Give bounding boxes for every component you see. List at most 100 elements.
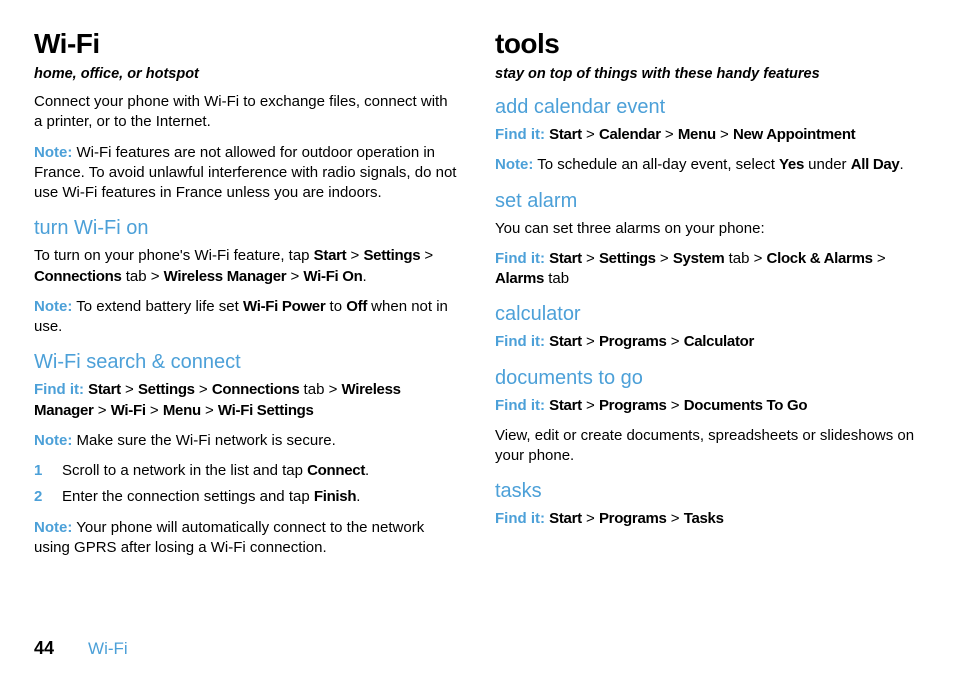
sep: > [195, 381, 212, 398]
path-item: Wireless Manager [164, 268, 287, 285]
path-item: New Appointment [733, 126, 855, 143]
path-item: Finish [314, 488, 356, 505]
text: Enter the connection settings and tap [62, 488, 314, 505]
note-text: Your phone will automatically connect to… [34, 519, 424, 556]
wifi-tagline: home, office, or hotspot [34, 66, 459, 82]
sep: > [667, 333, 684, 350]
path-item: Settings [599, 250, 656, 267]
sep: > [667, 510, 684, 527]
step-text: Scroll to a network in the list and tap … [62, 461, 369, 481]
path-item: Connections [34, 268, 122, 285]
path-item: Programs [599, 510, 667, 527]
path-item: All Day [851, 156, 900, 173]
text: . [363, 268, 367, 285]
path-item: Calculator [684, 333, 754, 350]
content-columns: Wi-Fi home, office, or hotspot Connect y… [34, 28, 920, 618]
path-item: Wi-Fi On [303, 268, 362, 285]
sep: > [346, 247, 363, 264]
text: under [804, 156, 851, 173]
step-text: Enter the connection settings and tap Fi… [62, 487, 360, 507]
path-item: Settings [138, 381, 195, 398]
note-label: Note: [495, 156, 533, 173]
note-label: Note: [34, 432, 72, 449]
path-item: Settings [363, 247, 420, 264]
sep: > [582, 397, 599, 414]
path-item: Calendar [599, 126, 661, 143]
sep: > [94, 402, 111, 419]
sep: > [146, 402, 163, 419]
text: . [899, 156, 903, 173]
path-item: System [673, 250, 725, 267]
sep: > [716, 126, 733, 143]
path-item: Programs [599, 333, 667, 350]
note-label: Note: [34, 298, 72, 315]
find-it-label: Find it: [495, 510, 545, 527]
sep: > [873, 250, 886, 267]
sep: > [661, 126, 678, 143]
wifi-title: Wi-Fi [34, 28, 459, 60]
wifi-gprs-note: Note: Your phone will automatically conn… [34, 518, 459, 559]
sep: > [201, 402, 218, 419]
path-item: Menu [163, 402, 201, 419]
find-it-label: Find it: [495, 333, 545, 350]
footer-section-name: Wi-Fi [88, 639, 128, 659]
sep: > [656, 250, 673, 267]
tasks-heading: tasks [495, 480, 920, 503]
set-alarm-heading: set alarm [495, 190, 920, 213]
sep: > [420, 247, 433, 264]
right-column: tools stay on top of things with these h… [495, 28, 920, 618]
path-item: Start [549, 397, 582, 414]
path-item: Wi-Fi Power [243, 298, 325, 315]
sep: > [582, 333, 599, 350]
path-item: Start [314, 247, 347, 264]
path-item: Start [88, 381, 121, 398]
path-item: Menu [678, 126, 716, 143]
path-item: Off [346, 298, 367, 315]
sep: > [582, 510, 599, 527]
text: Scroll to a network in the list and tap [62, 462, 307, 479]
sep: > [286, 268, 303, 285]
path-item: Documents To Go [684, 397, 808, 414]
path-item: Alarms [495, 270, 544, 287]
text: . [356, 488, 360, 505]
left-column: Wi-Fi home, office, or hotspot Connect y… [34, 28, 459, 618]
wifi-power-note: Note: To extend battery life set Wi-Fi P… [34, 297, 459, 338]
wifi-search-heading: Wi-Fi search & connect [34, 351, 459, 374]
step-2: 2 Enter the connection settings and tap … [34, 487, 459, 507]
step-number: 1 [34, 461, 62, 481]
text: to [325, 298, 346, 315]
find-it-label: Find it: [495, 126, 545, 143]
wifi-secure-note: Note: Make sure the Wi-Fi network is sec… [34, 431, 459, 451]
path-item: Tasks [684, 510, 724, 527]
text: To turn on your phone's Wi-Fi feature, t… [34, 247, 314, 264]
documents-heading: documents to go [495, 367, 920, 390]
path-item: Clock & Alarms [767, 250, 873, 267]
find-it-label: Find it: [34, 381, 84, 398]
path-item: Connect [307, 462, 365, 479]
documents-desc: View, edit or create documents, spreadsh… [495, 426, 920, 467]
wifi-search-findit: Find it: Start > Settings > Connections … [34, 380, 459, 421]
add-calendar-heading: add calendar event [495, 96, 920, 119]
note-text: Make sure the Wi-Fi network is secure. [72, 432, 335, 449]
find-it-label: Find it: [495, 397, 545, 414]
page-footer: 44 Wi-Fi [34, 628, 920, 659]
calendar-note: Note: To schedule an all-day event, sele… [495, 155, 920, 175]
tasks-findit: Find it: Start > Programs > Tasks [495, 509, 920, 529]
wifi-intro: Connect your phone with Wi-Fi to exchang… [34, 92, 459, 133]
tools-title: tools [495, 28, 920, 60]
text: . [365, 462, 369, 479]
sep: > [667, 397, 684, 414]
step-number: 2 [34, 487, 62, 507]
text: tab > [724, 250, 766, 267]
step-1: 1 Scroll to a network in the list and ta… [34, 461, 459, 481]
calculator-heading: calculator [495, 303, 920, 326]
path-item: Connections [212, 381, 300, 398]
text: tab > [299, 381, 341, 398]
page-number: 44 [34, 638, 54, 659]
path-item: Wi-Fi [111, 402, 146, 419]
path-item: Yes [779, 156, 804, 173]
path-item: Start [549, 126, 582, 143]
calculator-findit: Find it: Start > Programs > Calculator [495, 332, 920, 352]
sep: > [582, 126, 599, 143]
sep: > [121, 381, 138, 398]
